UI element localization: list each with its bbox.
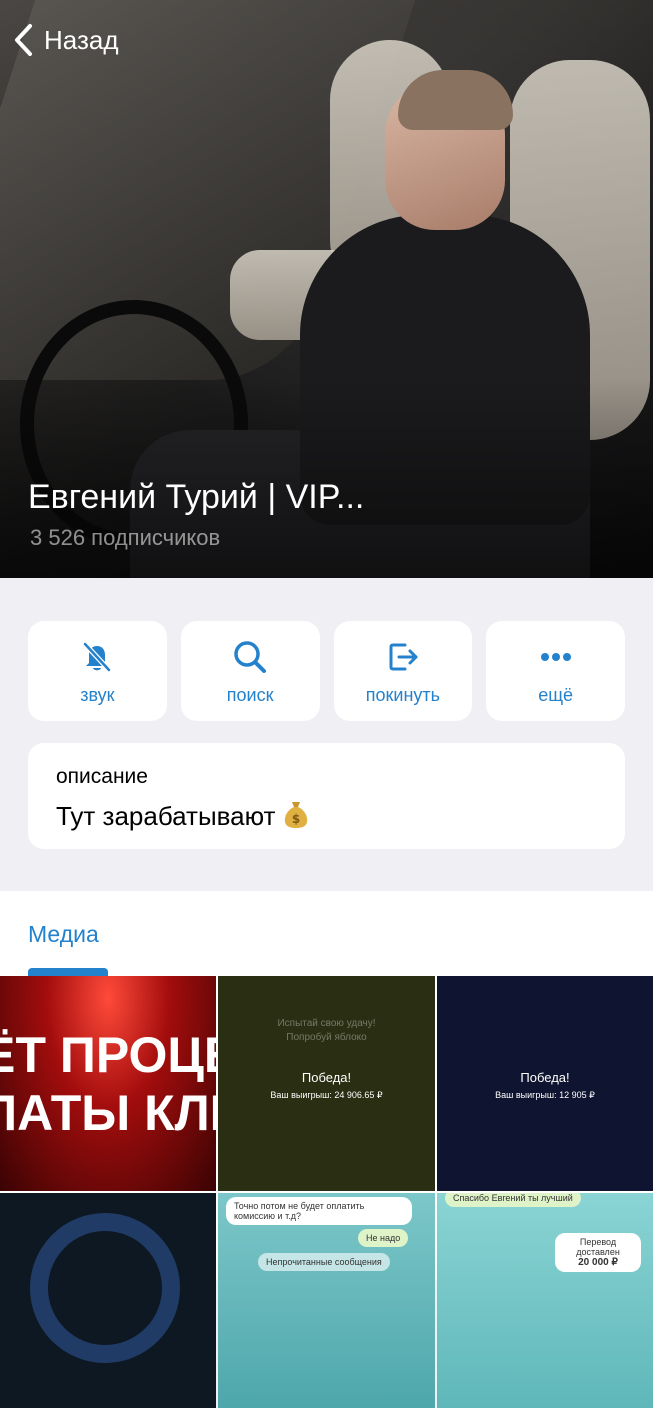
search-button[interactable]: поиск <box>180 621 320 721</box>
thumb-text: 20 000 ₽ <box>578 1257 618 1268</box>
leave-button[interactable]: покинуть <box>333 621 473 721</box>
thumb-text: ЁТ ПРОЦЕ <box>0 1027 216 1083</box>
subscriber-count: 3 526 подписчиков <box>30 525 221 550</box>
media-thumb[interactable]: ЁТ ПРОЦЕ ЛАТЫ КЛИ <box>0 976 216 1191</box>
tab-media[interactable]: Медиа <box>28 921 99 948</box>
channel-title: Евгений Турий | VIP... <box>28 478 365 516</box>
bell-slash-icon <box>83 641 112 672</box>
channel-cover-photo: Назад Евгений Турий | VIP... 3 526 подпи… <box>0 0 653 578</box>
description-text: Тут зарабатывают $ <box>56 799 309 832</box>
thumb-shape <box>30 1213 180 1363</box>
person-hair <box>398 70 513 130</box>
search-icon <box>234 640 267 673</box>
thumb-text: Испытай свою удачу! <box>277 1018 376 1029</box>
media-thumb[interactable]: Точно потом не будет оплатить комиссию и… <box>218 1193 435 1408</box>
media-section: Медиа ЁТ ПРОЦЕ ЛАТЫ КЛИ Испытай свою уда… <box>0 891 653 1408</box>
description-card: описание Тут зарабатывают $ <box>28 743 625 849</box>
chevron-left-icon <box>15 24 32 56</box>
media-thumb[interactable]: Спасибо Евгений ты лучший Перевод достав… <box>437 1193 653 1408</box>
mute-label: звук <box>80 684 115 705</box>
thumb-text: Не надо <box>358 1229 409 1247</box>
thumb-text: Непрочитанные сообщения <box>258 1253 390 1271</box>
more-dots-icon <box>540 652 571 661</box>
thumb-text: Ваш выигрыш: 12 905 ₽ <box>495 1090 595 1100</box>
thumb-text: Ваш выигрыш: 24 906.65 ₽ <box>270 1090 383 1100</box>
thumb-text: Победа! <box>520 1070 570 1085</box>
tab-media-indicator <box>28 968 108 976</box>
action-bar: звук поиск покинуть ещё <box>28 621 625 721</box>
thumb-text: Спасибо Евгений ты лучший <box>445 1193 581 1207</box>
more-button[interactable]: ещё <box>486 621 625 721</box>
leave-label: покинуть <box>365 684 440 705</box>
transfer-card: Перевод доставлен 20 000 ₽ <box>555 1233 641 1272</box>
back-button[interactable]: Назад <box>12 20 119 60</box>
thumb-text: Точно потом не будет оплатить комиссию и… <box>226 1197 412 1225</box>
description-label: описание <box>56 765 148 788</box>
media-thumb[interactable]: Победа! Ваш выигрыш: 12 905 ₽ <box>437 976 653 1191</box>
media-grid: ЁТ ПРОЦЕ ЛАТЫ КЛИ Испытай свою удачу! По… <box>0 976 653 1408</box>
thumb-text: Победа! <box>301 1070 352 1085</box>
back-label: Назад <box>44 24 119 55</box>
money-bag-icon: $ <box>284 802 307 828</box>
svg-text:$: $ <box>292 812 300 826</box>
more-label: ещё <box>538 684 574 705</box>
media-thumb[interactable]: Испытай свою удачу! Попробуй яблоко Побе… <box>218 976 435 1191</box>
search-label: поиск <box>226 684 274 705</box>
mute-button[interactable]: звук <box>28 621 167 721</box>
leave-icon <box>389 643 418 670</box>
thumb-text: Перевод доставлен <box>576 1237 620 1257</box>
media-thumb[interactable] <box>0 1193 216 1408</box>
thumb-text: Попробуй яблоко <box>286 1032 367 1043</box>
description-body: Тут зарабатывают <box>56 801 276 831</box>
thumb-text: ЛАТЫ КЛИ <box>0 1085 216 1141</box>
